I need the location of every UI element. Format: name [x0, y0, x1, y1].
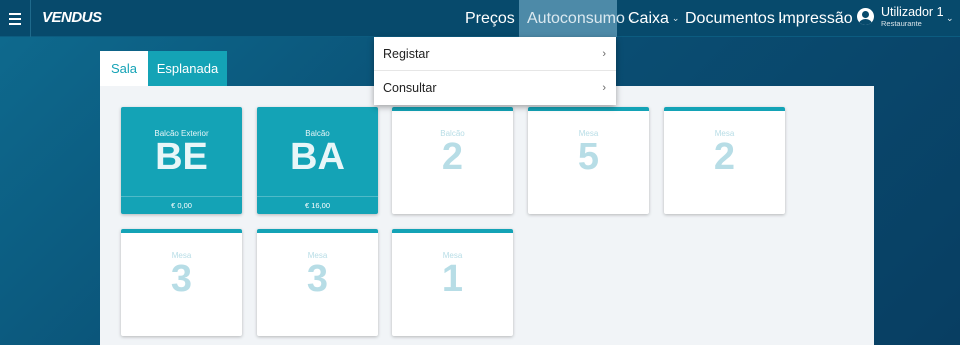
chevron-right-icon: › — [602, 82, 606, 94]
nav-documentos[interactable]: Documentos ⌄ — [685, 0, 785, 37]
table-card[interactable]: Mesa 2 — [664, 107, 785, 214]
nav-autoconsumo[interactable]: Autoconsumo ⌄ — [519, 0, 635, 37]
divider — [121, 196, 242, 197]
nav-label: Documentos — [685, 9, 775, 27]
user-avatar-icon — [857, 8, 874, 25]
menu-item-label: Registar — [383, 46, 430, 61]
nav-label: Caixa — [628, 9, 669, 27]
nav-label: Preços — [465, 9, 515, 27]
table-amount: € 0,00 — [171, 201, 192, 210]
nav-precos[interactable]: Preços ⌄ — [465, 0, 525, 37]
chevron-down-icon: ⌄ — [671, 13, 680, 23]
table-code: 2 — [441, 136, 464, 178]
menu-item-registar[interactable]: Registar › — [374, 37, 616, 71]
top-navbar: VENDUS Preços ⌄ Autoconsumo ⌄ Caixa ⌄ Do… — [0, 0, 960, 37]
menu-item-label: Consultar — [383, 81, 437, 95]
table-code: 3 — [170, 258, 193, 300]
table-code: BA — [290, 136, 345, 178]
tab-sala[interactable]: Sala — [100, 51, 148, 86]
autoconsumo-dropdown: Registar › Consultar › — [374, 37, 616, 105]
nav-impressao[interactable]: Impressão ⌄ — [778, 0, 863, 37]
table-code: BE — [155, 136, 208, 178]
vendus-logo[interactable]: VENDUS — [42, 9, 102, 26]
tab-esplanada[interactable]: Esplanada — [148, 51, 227, 86]
table-code: 2 — [713, 136, 736, 178]
menu-icon[interactable] — [0, 0, 31, 37]
table-card[interactable]: Mesa 3 — [257, 229, 378, 336]
nav-label: Autoconsumo — [527, 9, 625, 27]
divider — [257, 196, 378, 197]
user-role: Restaurante — [881, 18, 922, 28]
chevron-down-icon[interactable]: ⌄ — [946, 13, 954, 24]
table-code: 1 — [441, 258, 464, 300]
table-code: 3 — [306, 258, 329, 300]
user-name: Utilizador 1 — [881, 5, 944, 19]
table-card[interactable]: Balcão Exterior BE € 0,00 — [121, 107, 242, 214]
table-card[interactable]: Mesa 3 — [121, 229, 242, 336]
nav-caixa[interactable]: Caixa ⌄ — [628, 0, 679, 37]
menu-item-consultar[interactable]: Consultar › — [374, 71, 616, 105]
chevron-right-icon: › — [602, 47, 606, 60]
table-card[interactable]: Mesa 1 — [392, 229, 513, 336]
user-info: Utilizador 1 Restaurante — [881, 6, 944, 27]
room-panel: Balcão Exterior BE € 0,00 Balcão BA € 16… — [100, 86, 874, 345]
user-menu[interactable]: Utilizador 1 Restaurante — [857, 6, 944, 27]
nav-label: Impressão — [778, 9, 853, 27]
table-card[interactable]: Balcão BA € 16,00 — [257, 107, 378, 214]
table-code: 5 — [577, 136, 600, 178]
table-card[interactable]: Mesa 5 — [528, 107, 649, 214]
table-card[interactable]: Balcão 2 — [392, 107, 513, 214]
table-amount: € 16,00 — [304, 201, 331, 210]
